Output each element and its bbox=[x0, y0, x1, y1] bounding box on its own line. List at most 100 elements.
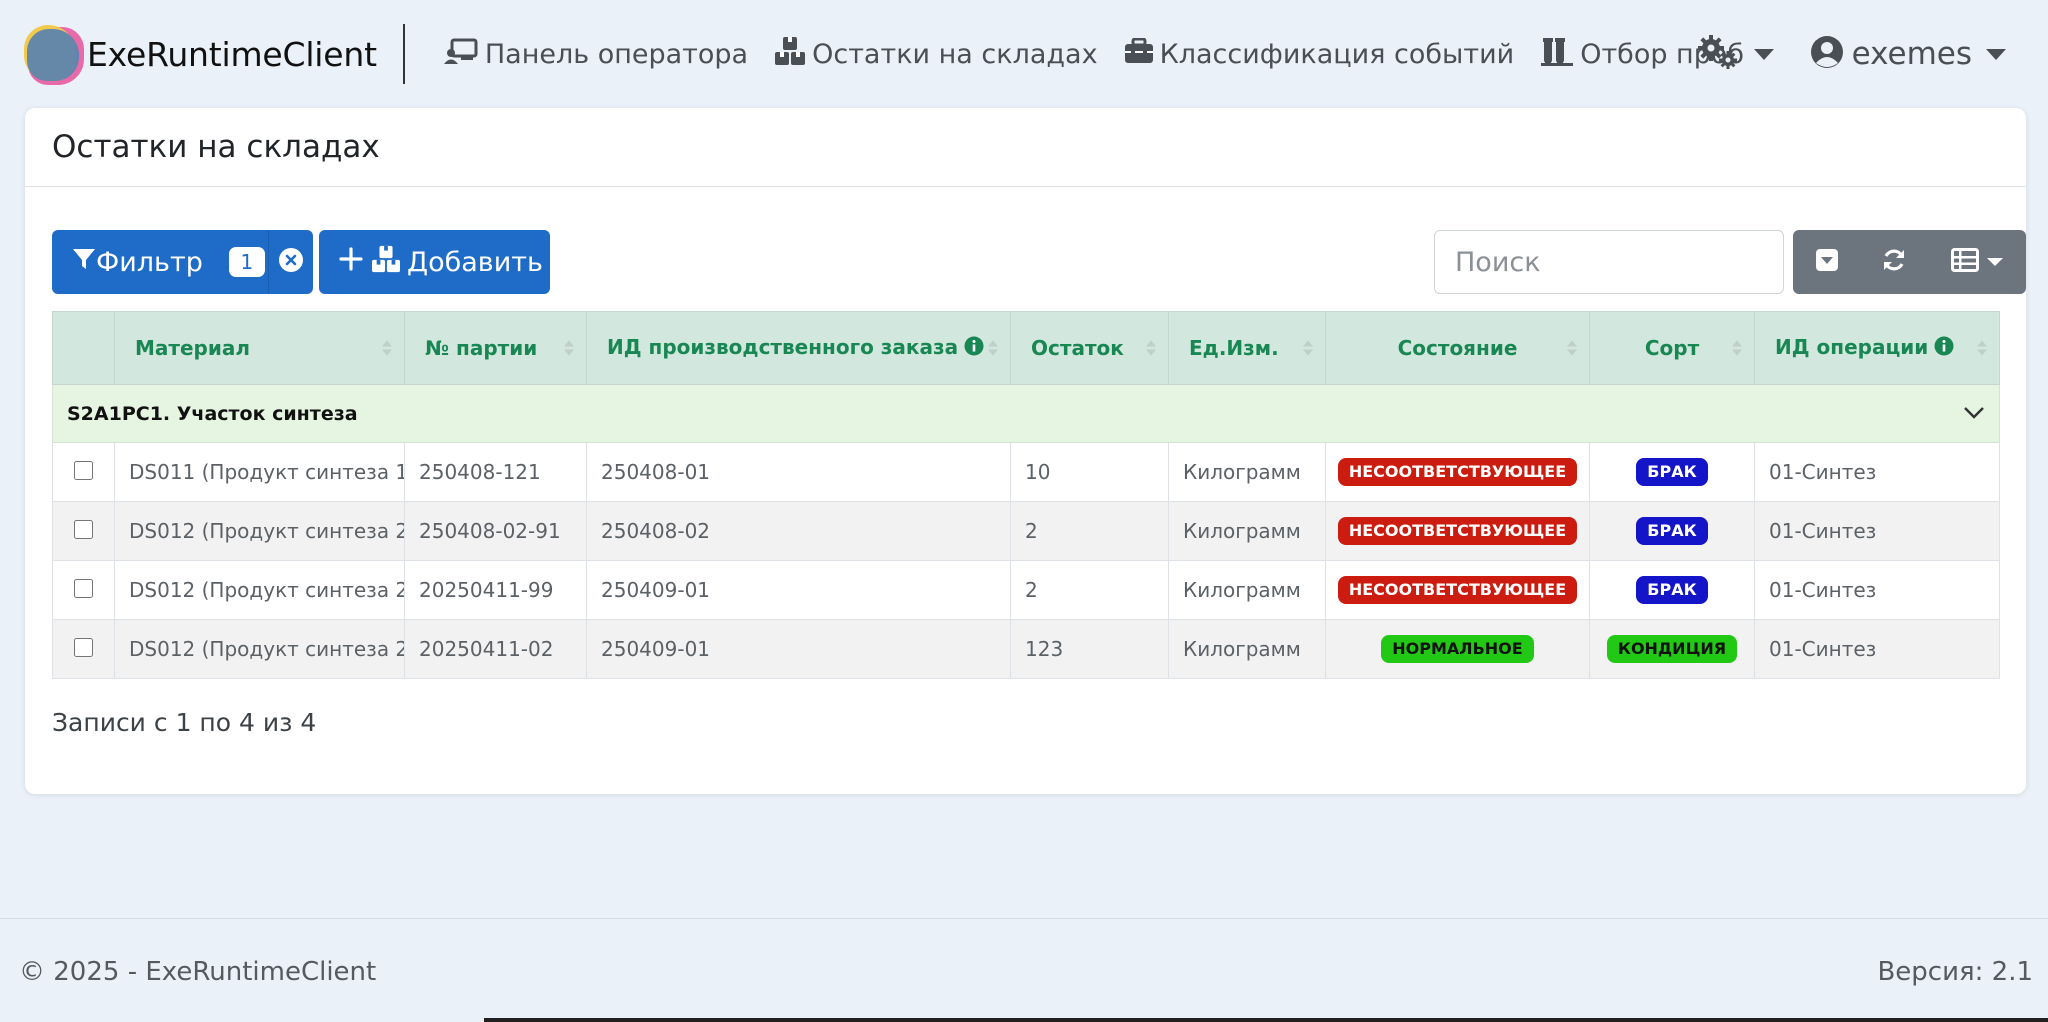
sort-icon bbox=[382, 340, 392, 356]
material-cell: DS011 (Продукт синтеза 1) bbox=[114, 442, 405, 502]
boxes-icon bbox=[774, 36, 812, 73]
operation-id-cell: 01-Синтез bbox=[1754, 501, 2000, 561]
page-title: Остатки на складах bbox=[25, 108, 2026, 187]
column-header-order-id[interactable]: ИД производственного заказа bbox=[586, 311, 1011, 385]
operator-panel-icon bbox=[443, 37, 485, 72]
group-label: S2A1PC1. Участок синтеза bbox=[67, 402, 358, 425]
boxes-icon bbox=[371, 245, 401, 280]
nav-divider bbox=[402, 24, 405, 84]
refresh-icon bbox=[1881, 247, 1907, 277]
chevron-down-icon bbox=[1986, 48, 2006, 60]
records-info: Записи с 1 по 4 из 4 bbox=[52, 708, 317, 737]
search-input[interactable] bbox=[1434, 230, 1784, 294]
table-icon bbox=[1950, 248, 1979, 276]
nav-item-stock[interactable]: Остатки на складах bbox=[774, 36, 1098, 73]
operation-id-cell: 01-Синтез bbox=[1754, 560, 2000, 620]
unit-cell: Килограмм bbox=[1168, 501, 1326, 561]
filter-button-group: Фильтр 1 bbox=[52, 230, 313, 294]
material-cell: DS012 (Продукт синтеза 2) bbox=[114, 501, 405, 561]
column-header-state[interactable]: Состояние bbox=[1325, 311, 1590, 385]
batch-cell: 20250411-99 bbox=[404, 560, 587, 620]
table-row[interactable]: DS012 (Продукт синтеза 2) 20250411-99 25… bbox=[52, 560, 2000, 620]
brand[interactable]: ExeRuntimeClient bbox=[22, 0, 377, 108]
settings-dropdown[interactable] bbox=[1696, 34, 1774, 74]
add-button[interactable]: Добавить bbox=[319, 230, 550, 294]
unit-cell: Килограмм bbox=[1168, 560, 1326, 620]
row-checkbox[interactable] bbox=[74, 520, 93, 539]
filter-button[interactable]: Фильтр 1 bbox=[52, 230, 269, 294]
grade-badge: БРАК bbox=[1636, 576, 1708, 604]
row-select-cell bbox=[52, 501, 115, 561]
row-checkbox[interactable] bbox=[74, 638, 93, 657]
vials-icon bbox=[1540, 36, 1580, 73]
quantity-cell: 10 bbox=[1010, 442, 1169, 502]
grade-badge: КОНДИЦИЯ bbox=[1606, 635, 1738, 663]
batch-cell: 20250411-02 bbox=[404, 619, 587, 679]
column-header-operation-id[interactable]: ИД операции bbox=[1754, 311, 2000, 385]
user-name: exemes bbox=[1851, 36, 1972, 72]
order-id-cell: 250408-01 bbox=[586, 442, 1011, 502]
filter-count-badge: 1 bbox=[228, 247, 265, 277]
stock-table-wrap: Материал № партии ИД производственного з… bbox=[52, 311, 2000, 679]
grade-badge: БРАК bbox=[1636, 517, 1708, 545]
navbar: ExeRuntimeClient Панель оператора Остатк… bbox=[0, 0, 2048, 108]
column-header-quantity[interactable]: Остаток bbox=[1010, 311, 1169, 385]
column-header-grade[interactable]: Сорт bbox=[1589, 311, 1755, 385]
state-badge: НЕСООТВЕТСТВУЮЩЕЕ bbox=[1337, 458, 1578, 486]
table-header-row: Материал № партии ИД производственного з… bbox=[52, 311, 2000, 385]
user-dropdown[interactable]: exemes bbox=[1810, 35, 2006, 73]
nav-item-label: Классификация событий bbox=[1159, 38, 1515, 70]
info-icon[interactable] bbox=[1934, 336, 1954, 361]
operation-id-cell: 01-Синтез bbox=[1754, 442, 2000, 502]
collapse-groups-button[interactable] bbox=[1793, 230, 1860, 294]
group-row[interactable]: S2A1PC1. Участок синтеза bbox=[52, 384, 2000, 443]
nav-item-label: Панель оператора bbox=[484, 38, 749, 70]
nav-item-events[interactable]: Классификация событий bbox=[1124, 37, 1515, 71]
chevron-down-icon bbox=[1753, 48, 1774, 60]
state-cell: НЕСООТВЕТСТВУЮЩЕЕ bbox=[1325, 501, 1590, 561]
table-row[interactable]: DS012 (Продукт синтеза 2) 250408-02-91 2… bbox=[52, 501, 2000, 561]
user-circle-icon bbox=[1810, 35, 1844, 73]
bottom-edge-bar bbox=[484, 1018, 2048, 1022]
batch-cell: 250408-02-91 bbox=[404, 501, 587, 561]
table-row[interactable]: DS012 (Продукт синтеза 2) 20250411-02 25… bbox=[52, 619, 2000, 679]
footer-divider bbox=[0, 918, 2048, 919]
state-cell: НЕСООТВЕТСТВУЮЩЕЕ bbox=[1325, 442, 1590, 502]
toolbox-icon bbox=[1124, 37, 1160, 71]
footer-copyright: © 2025 - ExeRuntimeClient bbox=[19, 957, 377, 987]
caret-square-down-icon bbox=[1815, 248, 1839, 276]
column-header-unit[interactable]: Ед.Изм. bbox=[1168, 311, 1326, 385]
nav-item-operator-panel[interactable]: Панель оператора bbox=[443, 37, 748, 72]
row-select-cell bbox=[52, 619, 115, 679]
sort-icon bbox=[1303, 340, 1313, 356]
gears-icon bbox=[1696, 34, 1740, 74]
brand-name: ExeRuntimeClient bbox=[87, 34, 377, 74]
table-tools-group bbox=[1793, 230, 2026, 294]
sort-icon bbox=[988, 340, 998, 356]
material-cell: DS012 (Продукт синтеза 2) bbox=[114, 619, 405, 679]
order-id-cell: 250409-01 bbox=[586, 560, 1011, 620]
quantity-cell: 2 bbox=[1010, 560, 1169, 620]
unit-cell: Килограмм bbox=[1168, 442, 1326, 502]
column-header-batch[interactable]: № партии bbox=[404, 311, 587, 385]
brand-logo bbox=[22, 23, 84, 85]
column-header-material[interactable]: Материал bbox=[114, 311, 405, 385]
state-badge: НЕСООТВЕТСТВУЮЩЕЕ bbox=[1337, 517, 1578, 545]
columns-dropdown-button[interactable] bbox=[1927, 230, 2026, 294]
stock-table: Материал № партии ИД производственного з… bbox=[52, 311, 2000, 679]
order-id-cell: 250408-02 bbox=[586, 501, 1011, 561]
clear-filter-button[interactable] bbox=[269, 230, 313, 294]
footer-version: Версия: 2.1 bbox=[1877, 957, 2033, 987]
sort-icon bbox=[1732, 340, 1742, 356]
info-icon[interactable] bbox=[964, 336, 984, 361]
row-checkbox[interactable] bbox=[74, 579, 93, 598]
main-card: Остатки на складах Фильтр 1 Добавить Пои… bbox=[25, 108, 2026, 794]
row-checkbox[interactable] bbox=[74, 461, 93, 480]
sort-icon bbox=[1977, 340, 1987, 356]
refresh-button[interactable] bbox=[1860, 230, 1927, 294]
table-row[interactable]: DS011 (Продукт синтеза 1) 250408-121 250… bbox=[52, 442, 2000, 502]
chevron-down-icon[interactable] bbox=[1963, 403, 1985, 425]
column-header-select bbox=[52, 311, 115, 385]
grade-cell: БРАК bbox=[1589, 501, 1755, 561]
toolbar: Фильтр 1 Добавить bbox=[52, 230, 2026, 294]
